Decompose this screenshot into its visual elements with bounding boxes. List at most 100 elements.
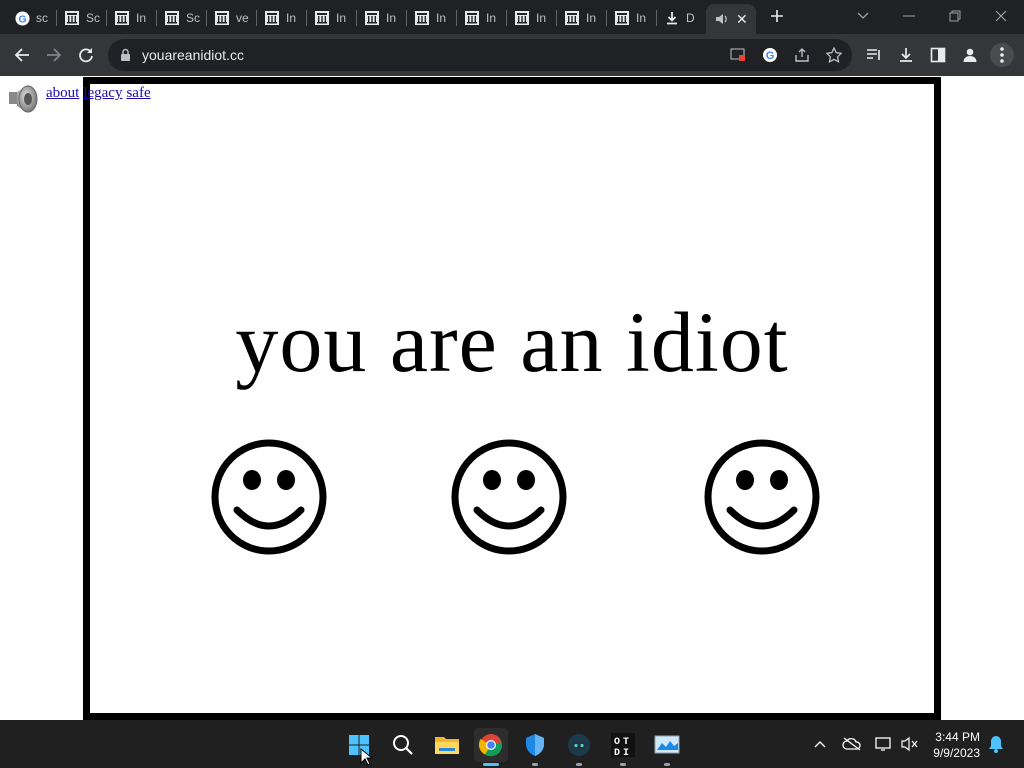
- restore-button[interactable]: [932, 0, 978, 32]
- search-button[interactable]: [386, 728, 420, 762]
- tab-label: In: [286, 11, 297, 25]
- google-lens-icon[interactable]: G: [758, 43, 782, 67]
- start-button[interactable]: [342, 728, 376, 766]
- tab-2[interactable]: In: [106, 4, 152, 32]
- svg-text:G: G: [18, 14, 26, 25]
- museum-icon: [364, 10, 380, 26]
- museum-icon: [614, 10, 630, 26]
- url-text[interactable]: youareanidiot.cc: [142, 47, 244, 63]
- museum-icon: [164, 10, 180, 26]
- monitor-icon[interactable]: [650, 728, 684, 766]
- tab-strip: Gsc Sc In Sc ve In In In In In In In In D ✕: [0, 0, 1024, 34]
- tab-label: In: [586, 11, 597, 25]
- tab-label: Sc: [186, 11, 200, 25]
- network-icon[interactable]: [874, 734, 894, 754]
- reload-button[interactable]: [72, 41, 100, 69]
- clock[interactable]: 3:44 PM 9/9/2023: [933, 729, 980, 761]
- tab-3[interactable]: Sc: [156, 4, 202, 32]
- windows-taskbar: OTDI 3:44 PM 9/9/2023: [0, 720, 1024, 768]
- terminal-icon[interactable]: OTDI: [606, 728, 640, 766]
- svg-text:I: I: [623, 748, 629, 758]
- back-button[interactable]: [8, 41, 36, 69]
- headline-text: you are an idiot: [235, 294, 789, 390]
- tab-label: In: [636, 11, 647, 25]
- tab-active[interactable]: ✕: [706, 4, 756, 34]
- close-tab-icon[interactable]: ✕: [736, 11, 748, 28]
- tab-0[interactable]: Gsc: [6, 4, 52, 32]
- profile-icon[interactable]: [958, 43, 982, 67]
- cast-blocked-icon[interactable]: [726, 43, 750, 67]
- museum-icon: [464, 10, 480, 26]
- forward-button[interactable]: [40, 41, 68, 69]
- museum-icon: [314, 10, 330, 26]
- menu-kebab-icon[interactable]: [990, 43, 1014, 67]
- tab-6[interactable]: In: [306, 4, 352, 32]
- notification-bell-icon[interactable]: [986, 734, 1006, 754]
- content-frame: you are an idiot: [83, 77, 941, 720]
- share-icon[interactable]: [790, 43, 814, 67]
- tab-label: In: [136, 11, 147, 25]
- tab-8[interactable]: In: [406, 4, 452, 32]
- bookmark-star-icon[interactable]: [822, 43, 846, 67]
- svg-text:D: D: [614, 748, 620, 758]
- smiley-face-icon: [450, 438, 568, 556]
- address-bar[interactable]: youareanidiot.cc G: [108, 39, 852, 71]
- tab-label: Sc: [86, 11, 100, 25]
- tab-search-chevron-icon[interactable]: [846, 0, 880, 32]
- museum-icon: [114, 10, 130, 26]
- speaker-icon[interactable]: [714, 11, 730, 27]
- download-icon: [664, 10, 680, 26]
- tab-13[interactable]: D: [656, 4, 702, 32]
- link-legacy[interactable]: legacy: [83, 85, 122, 101]
- tab-10[interactable]: In: [506, 4, 552, 32]
- app-indicator: [664, 763, 670, 766]
- link-safe[interactable]: safe: [126, 85, 150, 101]
- tab-label: In: [336, 11, 347, 25]
- tab-label: sc: [36, 11, 48, 25]
- tab-label: In: [486, 11, 497, 25]
- svg-text:T: T: [623, 737, 629, 748]
- file-explorer-icon[interactable]: [430, 728, 464, 762]
- new-tab-button[interactable]: [762, 0, 792, 32]
- tab-5[interactable]: In: [256, 4, 302, 32]
- onedrive-offline-icon[interactable]: [842, 734, 862, 754]
- tab-11[interactable]: In: [556, 4, 602, 32]
- link-about[interactable]: about: [46, 85, 79, 101]
- defender-icon[interactable]: [518, 728, 552, 766]
- google-icon: G: [14, 10, 30, 26]
- tab-label: D: [686, 11, 695, 25]
- tab-label: ve: [236, 11, 249, 25]
- museum-icon: [64, 10, 80, 26]
- lock-icon[interactable]: [120, 48, 131, 66]
- clock-time: 3:44 PM: [935, 730, 980, 744]
- museum-icon: [214, 10, 230, 26]
- side-panel-icon[interactable]: [926, 43, 950, 67]
- tab-1[interactable]: Sc: [56, 4, 102, 32]
- close-window-button[interactable]: [978, 0, 1024, 32]
- svg-text:G: G: [766, 50, 775, 62]
- speaker-icon[interactable]: [6, 82, 40, 116]
- minimize-button[interactable]: [886, 0, 932, 32]
- svg-text:O: O: [614, 737, 620, 748]
- smiley-face-icon: [703, 438, 821, 556]
- tab-4[interactable]: ve: [206, 4, 252, 32]
- tab-9[interactable]: In: [456, 4, 502, 32]
- downloads-icon[interactable]: [894, 43, 918, 67]
- nav-links: about legacy safe: [46, 85, 155, 102]
- active-indicator: [483, 763, 499, 766]
- tab-7[interactable]: In: [356, 4, 402, 32]
- app-icon[interactable]: [562, 728, 596, 766]
- mouse-cursor-icon: [360, 748, 372, 766]
- browser-toolbar: youareanidiot.cc G: [0, 34, 1024, 76]
- tab-12[interactable]: In: [606, 4, 652, 32]
- museum-icon: [264, 10, 280, 26]
- chrome-icon[interactable]: [474, 728, 508, 766]
- museum-icon: [564, 10, 580, 26]
- web-page: you are an idiot about legacy safe: [0, 76, 1024, 720]
- museum-icon: [514, 10, 530, 26]
- reading-list-icon[interactable]: [862, 43, 886, 67]
- tab-label: In: [436, 11, 447, 25]
- volume-muted-icon[interactable]: [900, 734, 920, 754]
- tray-overflow-chevron-icon[interactable]: [810, 734, 830, 754]
- app-indicator: [576, 763, 582, 766]
